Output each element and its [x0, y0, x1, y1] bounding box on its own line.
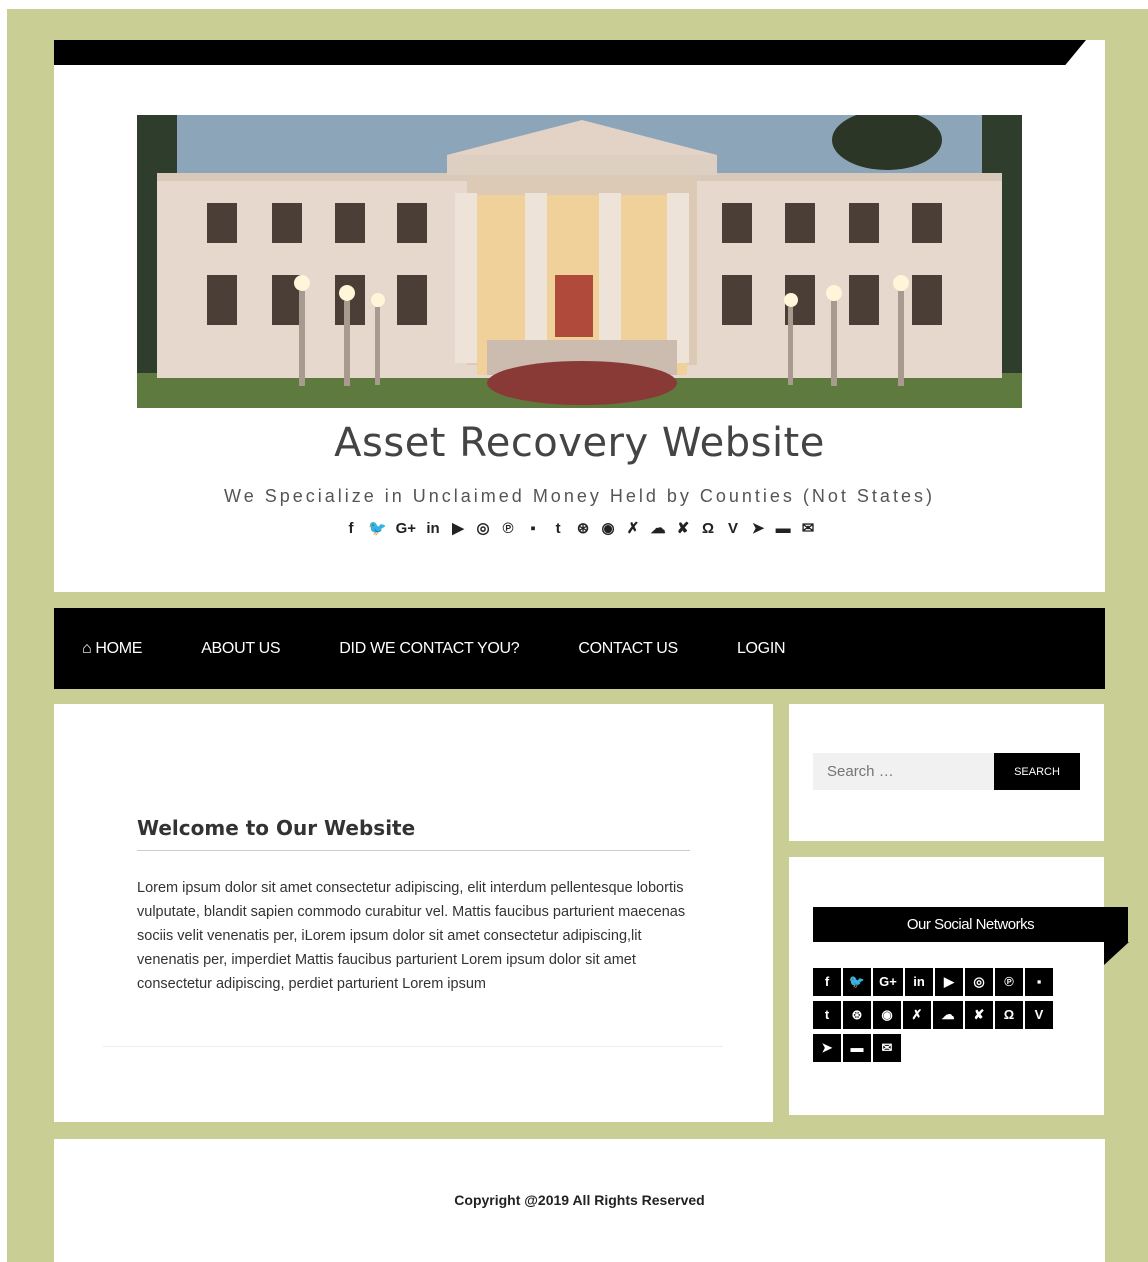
google-plus-icon[interactable]: G+ [396, 518, 416, 540]
search-button[interactable]: SEARCH [994, 753, 1080, 790]
telegram-icon[interactable]: ➤ [750, 518, 766, 540]
dribbble-icon[interactable]: ⊛ [575, 518, 591, 540]
dribbble-icon[interactable]: ⊛ [843, 1001, 871, 1029]
flickr-icon[interactable]: ▪ [525, 518, 541, 540]
nav-home[interactable]: ⌂ HOME [82, 640, 142, 658]
vine-icon[interactable]: V [1025, 1001, 1053, 1029]
github-icon[interactable]: Ω [995, 1001, 1023, 1029]
email-icon[interactable]: ✉ [873, 1034, 901, 1062]
header-top-bar [54, 40, 1086, 65]
vk-icon[interactable]: ▬ [775, 518, 791, 540]
pinterest-icon[interactable]: ℗ [995, 968, 1023, 996]
post-body: Lorem ipsum dolor sit amet consectetur a… [137, 880, 686, 992]
tumblr-icon[interactable]: t [813, 1001, 841, 1029]
youtube-icon[interactable]: ▶ [935, 968, 963, 996]
site-title[interactable]: Asset Recovery Website [54, 420, 1105, 466]
social-widget-title: Our Social Networks [813, 907, 1128, 942]
pinterest-icon[interactable]: ℗ [500, 518, 516, 540]
linkedin-icon[interactable]: in [425, 518, 441, 540]
hero-image [137, 115, 1022, 408]
header-social-links: f 🐦 G+ in ▶ ◎ ℗ ▪ t ⊛ ◉ ✗ ☁ ✘ Ω V ➤ ▬ ✉ [54, 518, 1105, 540]
post-bottom-divider [103, 1046, 723, 1047]
instagram-icon[interactable]: ◎ [475, 518, 491, 540]
github-icon[interactable]: Ω [700, 518, 716, 540]
flickr-icon[interactable]: ▪ [1025, 968, 1053, 996]
reddit-icon[interactable]: ◉ [873, 1001, 901, 1029]
nav-login[interactable]: LOGIN [737, 640, 786, 658]
stumbleupon-icon[interactable]: ✗ [625, 518, 641, 540]
nav-home-label: HOME [95, 639, 143, 657]
soundcloud-icon[interactable]: ☁ [650, 518, 666, 540]
search-input[interactable] [813, 753, 994, 790]
post-title-divider [137, 850, 690, 851]
vk-icon[interactable]: ▬ [843, 1034, 871, 1062]
instagram-icon[interactable]: ◎ [965, 968, 993, 996]
post-title: Welcome to Our Website [137, 816, 416, 840]
facebook-icon[interactable]: f [813, 968, 841, 996]
google-plus-icon[interactable]: G+ [873, 968, 903, 996]
email-icon[interactable]: ✉ [800, 518, 816, 540]
copyright-text: Copyright @2019 All Rights Reserved [454, 1192, 705, 1208]
telegram-icon[interactable]: ➤ [813, 1034, 841, 1062]
nav-did-we-contact-you[interactable]: DID WE CONTACT YOU? [339, 640, 519, 658]
xing-icon[interactable]: ✘ [675, 518, 691, 540]
home-icon: ⌂ [82, 639, 92, 657]
xing-icon[interactable]: ✘ [965, 1001, 993, 1029]
main-navigation: ⌂ HOME ABOUT US DID WE CONTACT YOU? CONTA… [54, 608, 1105, 689]
nav-about-us[interactable]: ABOUT US [201, 640, 280, 658]
search-widget: SEARCH [789, 704, 1104, 841]
social-icon-grid: f 🐦 G+ in ▶ ◎ ℗ ▪ t ⊛ ◉ ✗ ☁ ✘ Ω V ➤ ▬ ✉ [813, 968, 1073, 1067]
tumblr-icon[interactable]: t [550, 518, 566, 540]
reddit-icon[interactable]: ◉ [600, 518, 616, 540]
soundcloud-icon[interactable]: ☁ [933, 1001, 963, 1029]
nav-contact-us[interactable]: CONTACT US [578, 640, 678, 658]
site-header: Asset Recovery Website We Specialize in … [54, 40, 1105, 592]
linkedin-icon[interactable]: in [905, 968, 933, 996]
site-tagline: We Specialize in Unclaimed Money Held by… [224, 486, 935, 506]
vine-icon[interactable]: V [725, 518, 741, 540]
twitter-icon[interactable]: 🐦 [843, 968, 871, 996]
facebook-icon[interactable]: f [343, 518, 359, 540]
youtube-icon[interactable]: ▶ [450, 518, 466, 540]
social-widget: Our Social Networks f 🐦 G+ in ▶ ◎ ℗ ▪ t ⊛ ◉ ✗ ☁ ✘ Ω V … [789, 857, 1129, 1115]
site-footer: Copyright @2019 All Rights Reserved [54, 1139, 1105, 1262]
stumbleupon-icon[interactable]: ✗ [903, 1001, 931, 1029]
twitter-icon[interactable]: 🐦 [368, 518, 387, 540]
courthouse-illustration [137, 115, 1022, 408]
main-content: Welcome to Our Website Lorem ipsum dolor… [54, 704, 773, 1122]
